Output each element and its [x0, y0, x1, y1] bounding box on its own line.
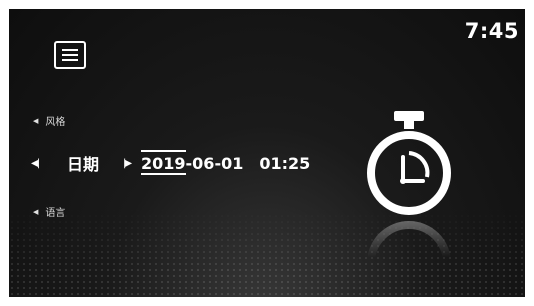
month-day-field[interactable]: -06-01: [186, 154, 244, 173]
datetime-value: 2019 -06-01 01:25: [141, 149, 310, 175]
settings-screen: 7:45 ◀ 风格 ◀| 日期 |▶ 2019 -06-01 01:25 ◀ 语言: [9, 9, 525, 297]
settings-item-language[interactable]: ◀ 语言: [33, 204, 66, 220]
settings-item-date-label: 日期: [67, 155, 100, 174]
settings-item-style[interactable]: ◀ 风格: [33, 113, 66, 129]
stopwatch-icon: [367, 111, 451, 215]
status-clock: 7:45: [464, 19, 519, 43]
time-field[interactable]: 01:25: [259, 154, 310, 173]
settings-item-date: ◀| 日期 |▶ 2019 -06-01 01:25: [31, 149, 310, 175]
triangle-left-icon: ◀: [33, 116, 39, 125]
triangle-left-icon: ◀: [33, 207, 39, 216]
menu-icon: [62, 49, 78, 61]
prev-option-button[interactable]: ◀|: [31, 158, 47, 169]
menu-button[interactable]: [54, 41, 86, 69]
stopwatch-reflection: [367, 221, 451, 289]
next-option-button[interactable]: |▶: [123, 158, 141, 169]
year-field[interactable]: 2019: [141, 153, 186, 175]
settings-item-language-label: 语言: [45, 208, 66, 219]
settings-item-style-label: 风格: [45, 117, 66, 128]
